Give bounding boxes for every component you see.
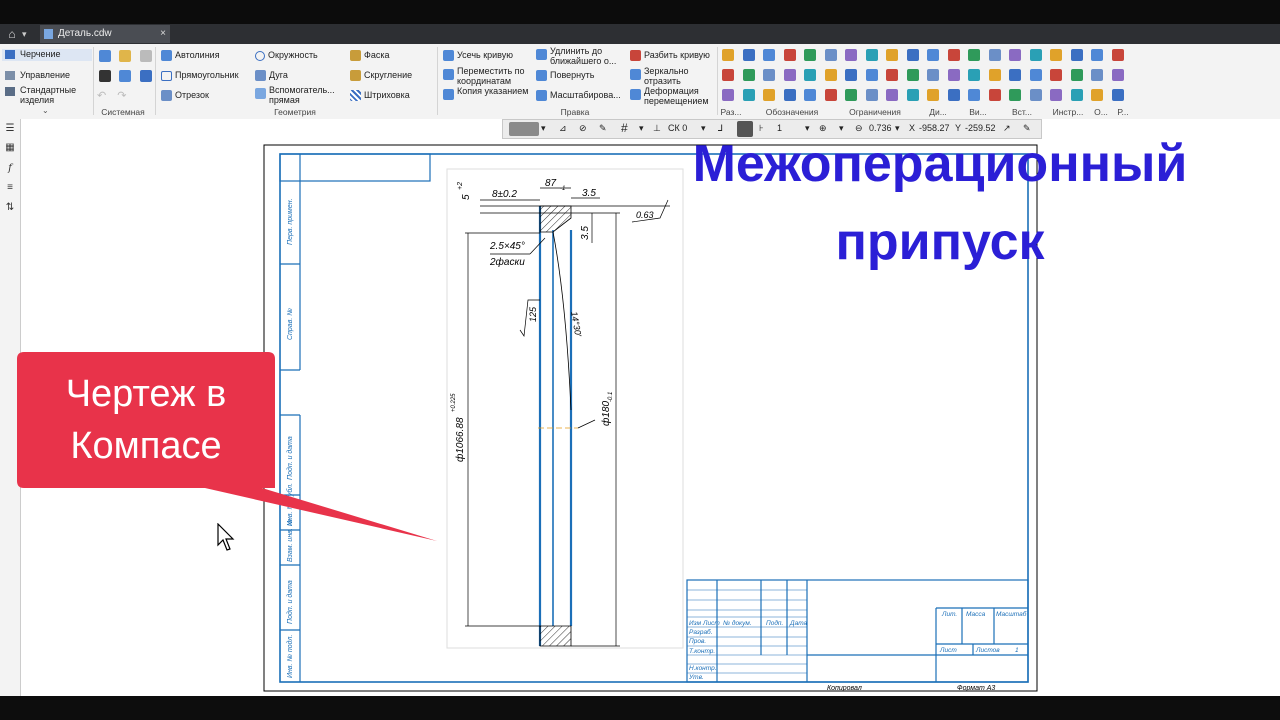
status-bar (0, 696, 1280, 720)
callout-line1: Чертеж в (65, 373, 227, 415)
mouse-cursor-icon (217, 523, 235, 551)
callout-line2: Компасе (70, 425, 222, 467)
callout-shape (17, 352, 437, 541)
